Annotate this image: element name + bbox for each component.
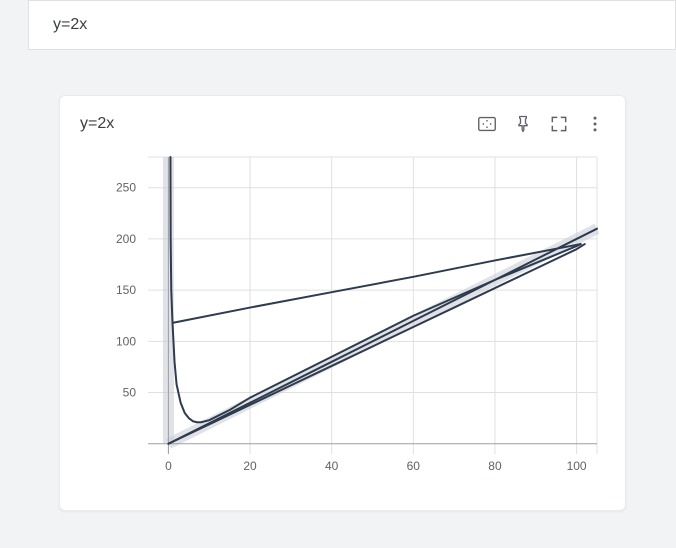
- y-tick-label: 150: [116, 283, 136, 297]
- x-tick-label: 80: [488, 459, 502, 473]
- pin-icon: [513, 114, 533, 134]
- y-tick-label: 100: [116, 334, 136, 348]
- x-tick-label: 0: [165, 459, 172, 473]
- x-tick-label: 20: [243, 459, 257, 473]
- y-tick-label: 200: [116, 232, 136, 246]
- more-button[interactable]: [577, 106, 613, 142]
- y-tick-label: 50: [123, 386, 137, 400]
- series-diag: [168, 244, 584, 444]
- card-header: y=2x: [60, 96, 625, 152]
- explore-button[interactable]: [469, 106, 505, 142]
- plot-svg: 0 20 40 60 80 100 50 100 150 200 250: [80, 152, 605, 482]
- card-title: y=2x: [80, 115, 469, 133]
- page-root: y=2x y=2x: [0, 0, 676, 548]
- more-icon: [585, 114, 605, 134]
- fullscreen-icon: [549, 114, 569, 134]
- fullscreen-button[interactable]: [541, 106, 577, 142]
- explore-icon: [476, 113, 498, 135]
- x-tick-label: 40: [325, 459, 339, 473]
- y-tick-label: 250: [116, 181, 136, 195]
- chart-card: y=2x: [59, 95, 626, 511]
- x-tick-label: 60: [407, 459, 421, 473]
- x-tick-label: 100: [567, 459, 587, 473]
- series-y=2x: [168, 229, 597, 444]
- pin-button[interactable]: [505, 106, 541, 142]
- series-top-chord: [172, 244, 580, 323]
- plot-area[interactable]: 0 20 40 60 80 100 50 100 150 200 250: [80, 152, 605, 482]
- formula-text: y=2x: [53, 16, 87, 34]
- formula-bar[interactable]: y=2x: [28, 0, 676, 50]
- series-hook: [170, 157, 580, 422]
